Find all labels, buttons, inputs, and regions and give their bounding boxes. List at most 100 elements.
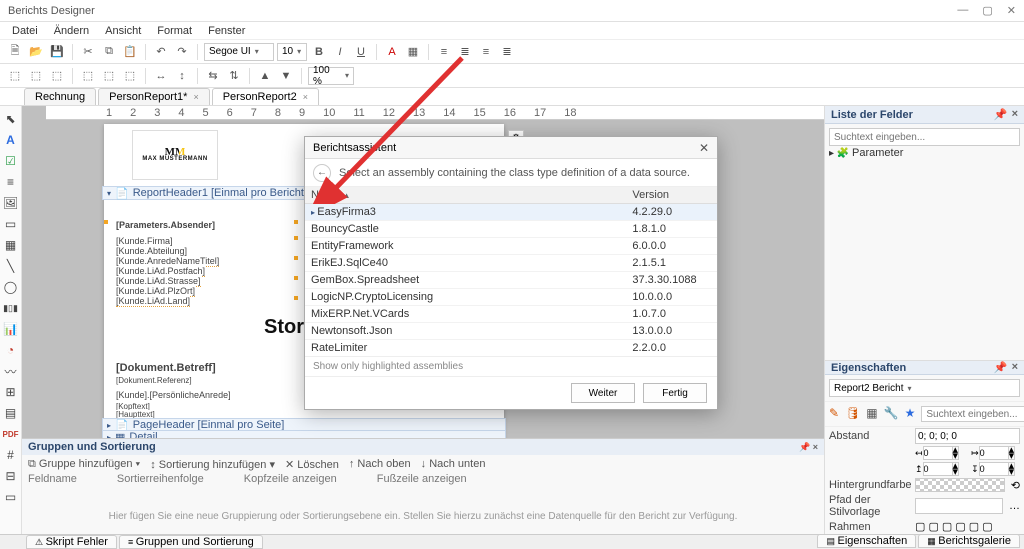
assembly-row[interactable]: GemBox.Spreadsheet37.3.30.1088 bbox=[305, 272, 717, 289]
zoom-combo[interactable]: 100 % bbox=[308, 67, 354, 85]
same-width-icon[interactable]: ↔ bbox=[152, 67, 170, 85]
tab-rechnung[interactable]: Rechnung bbox=[24, 88, 96, 105]
close-icon[interactable]: × bbox=[1012, 361, 1018, 374]
send-back-icon[interactable]: ▼ bbox=[277, 67, 295, 85]
align-top-icon[interactable]: ⬚ bbox=[79, 67, 97, 85]
line-icon[interactable]: ╲ bbox=[2, 257, 20, 275]
font-family-combo[interactable]: Segoe UI bbox=[204, 43, 274, 61]
pagebreak-icon[interactable]: ⊟ bbox=[2, 467, 20, 485]
align-bottom-icon[interactable]: ⬚ bbox=[121, 67, 139, 85]
assembly-row[interactable]: ErikEJ.SqlCe402.1.5.1 bbox=[305, 255, 717, 272]
undo-icon[interactable]: ↶ bbox=[152, 43, 170, 61]
menu-fenster[interactable]: Fenster bbox=[202, 25, 251, 37]
back-button[interactable]: ← bbox=[313, 164, 331, 182]
paste-icon[interactable]: 📋 bbox=[121, 43, 139, 61]
align-left-edges-icon[interactable]: ⬚ bbox=[6, 67, 24, 85]
menu-format[interactable]: Format bbox=[151, 25, 198, 37]
border-buttons[interactable]: ▢ ▢ ▢ ▢ ▢ ▢ bbox=[915, 520, 1020, 533]
star-icon[interactable]: ★ bbox=[905, 406, 916, 422]
fields-search-input[interactable] bbox=[829, 128, 1020, 146]
prop-stil-value[interactable] bbox=[915, 498, 1003, 514]
pin-icon[interactable]: 📌 bbox=[994, 361, 1008, 374]
tab-skript-fehler[interactable]: ⚠ Skript Fehler bbox=[26, 535, 117, 549]
tab-berichtsgalerie[interactable]: ▦ Berichtsgalerie bbox=[918, 534, 1020, 548]
col-version[interactable]: Version bbox=[626, 187, 717, 204]
wrench-icon[interactable]: 🔧 bbox=[884, 406, 899, 422]
pad-right-input[interactable] bbox=[979, 446, 1009, 460]
tab-eigenschaften[interactable]: ▤ Eigenschaften bbox=[817, 534, 916, 548]
prop-abstand-value[interactable] bbox=[915, 428, 1020, 444]
minimize-button[interactable]: — bbox=[957, 4, 968, 17]
logo-image[interactable]: MM MAX MUSTERMANN bbox=[132, 130, 218, 180]
align-right-icon[interactable]: ≡ bbox=[477, 43, 495, 61]
props-object-selector[interactable]: Report2 Bericht bbox=[829, 379, 1020, 397]
col-name[interactable]: Name bbox=[305, 187, 626, 204]
pin-icon[interactable]: 📌 × bbox=[799, 442, 818, 453]
assembly-grid[interactable]: Name Version EasyFirma34.2.29.0BouncyCas… bbox=[305, 187, 717, 357]
shape-icon[interactable]: ◯ bbox=[2, 278, 20, 296]
tab-personreport2[interactable]: PersonReport2× bbox=[212, 88, 319, 105]
menu-ansicht[interactable]: Ansicht bbox=[99, 25, 147, 37]
richtext-icon[interactable]: ≡ bbox=[2, 173, 20, 191]
assembly-row[interactable]: EasyFirma34.2.29.0 bbox=[305, 204, 717, 221]
new-icon[interactable]: 🗎 bbox=[6, 43, 24, 61]
crossband-icon[interactable]: ▭ bbox=[2, 488, 20, 506]
same-height-icon[interactable]: ↕ bbox=[173, 67, 191, 85]
tree-root-parameter[interactable]: ▸ 🧩 Parameter bbox=[829, 146, 1020, 160]
italic-icon[interactable]: I bbox=[331, 43, 349, 61]
tab-personreport1[interactable]: PersonReport1*× bbox=[98, 88, 210, 105]
align-left-icon[interactable]: ≡ bbox=[435, 43, 453, 61]
barcode-icon[interactable]: ▮▯▮ bbox=[2, 299, 20, 317]
wand-icon[interactable]: ✎ bbox=[829, 406, 839, 422]
font-color-icon[interactable]: A bbox=[383, 43, 401, 61]
sparkline-icon[interactable]: 〰 bbox=[2, 362, 20, 380]
reset-icon[interactable]: ⟲ bbox=[1011, 479, 1020, 492]
props-search-input[interactable] bbox=[921, 406, 1024, 422]
bold-icon[interactable]: B bbox=[310, 43, 328, 61]
add-group-button[interactable]: ⧉ Gruppe hinzufügen ▾ bbox=[28, 458, 140, 471]
pad-top-input[interactable] bbox=[923, 462, 953, 476]
align-right-edges-icon[interactable]: ⬚ bbox=[48, 67, 66, 85]
pivot-icon[interactable]: ⊞ bbox=[2, 383, 20, 401]
close-icon[interactable]: × bbox=[1012, 108, 1018, 121]
pad-left-input[interactable] bbox=[923, 446, 953, 460]
close-icon[interactable]: × bbox=[303, 92, 308, 102]
hspacing-icon[interactable]: ⇆ bbox=[204, 67, 222, 85]
delete-button[interactable]: ✕ Löschen bbox=[285, 458, 339, 471]
chart-icon[interactable]: 📊 bbox=[2, 320, 20, 338]
fill-color-icon[interactable]: ▦ bbox=[404, 43, 422, 61]
move-down-button[interactable]: ↓ Nach unten bbox=[421, 458, 486, 470]
field-referenz[interactable]: [Dokument.Referenz] bbox=[116, 376, 192, 385]
picture-icon[interactable]: 🖼 bbox=[2, 194, 20, 212]
menu-datei[interactable]: Datei bbox=[6, 25, 44, 37]
subreport-icon[interactable]: ▤ bbox=[2, 404, 20, 422]
finish-button[interactable]: Fertig bbox=[643, 383, 707, 403]
field-betreff[interactable]: [Dokument.Betreff] bbox=[116, 362, 216, 374]
field-pers-anrede[interactable]: [Kunde].[PersönlicheAnrede] bbox=[116, 390, 231, 400]
pdf-icon[interactable]: PDF bbox=[2, 425, 20, 443]
menu-aendern[interactable]: Ändern bbox=[48, 25, 95, 37]
maximize-button[interactable]: ▢ bbox=[982, 4, 992, 17]
panel-icon[interactable]: ▭ bbox=[2, 215, 20, 233]
field-absender[interactable]: [Parameters.Absender] bbox=[116, 220, 215, 230]
gauge-icon[interactable]: ◔ bbox=[2, 341, 20, 359]
copy-icon[interactable]: ⧉ bbox=[100, 43, 118, 61]
bring-front-icon[interactable]: ▲ bbox=[256, 67, 274, 85]
save-icon[interactable]: 💾 bbox=[48, 43, 66, 61]
close-icon[interactable]: × bbox=[193, 92, 198, 102]
redo-icon[interactable]: ↷ bbox=[173, 43, 191, 61]
assembly-row[interactable]: RateLimiter2.2.0.0 bbox=[305, 340, 717, 357]
font-size-combo[interactable]: 10 bbox=[277, 43, 307, 61]
align-middle-icon[interactable]: ⬚ bbox=[100, 67, 118, 85]
move-up-button[interactable]: ↑ Nach oben bbox=[349, 458, 411, 470]
pointer-icon[interactable]: ⬉ bbox=[2, 110, 20, 128]
assembly-row[interactable]: Newtonsoft.Json13.0.0.0 bbox=[305, 323, 717, 340]
db-icon[interactable]: 🛢 bbox=[845, 406, 860, 422]
next-button[interactable]: Weiter bbox=[571, 383, 635, 403]
open-icon[interactable]: 📂 bbox=[27, 43, 45, 61]
align-center-icon[interactable]: ≣ bbox=[456, 43, 474, 61]
prop-hintergrund-value[interactable] bbox=[915, 478, 1005, 492]
pageinfo-icon[interactable]: # bbox=[2, 446, 20, 464]
vspacing-icon[interactable]: ⇅ bbox=[225, 67, 243, 85]
browse-icon[interactable]: … bbox=[1009, 500, 1020, 512]
